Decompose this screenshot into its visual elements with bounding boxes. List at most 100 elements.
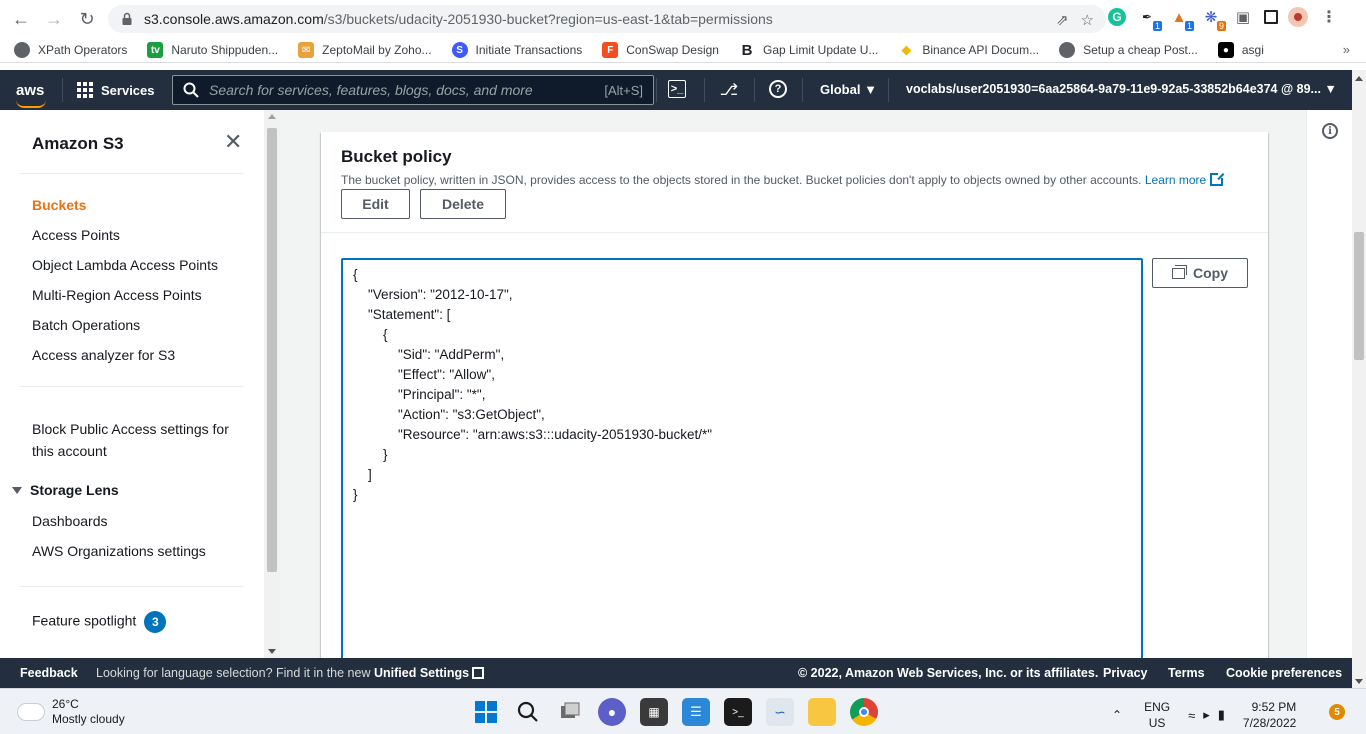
edit-button[interactable]: Edit — [341, 189, 410, 219]
volume-icon[interactable]: ▸ — [1203, 707, 1210, 723]
pen-extension-icon[interactable]: ✒ 1 — [1136, 6, 1162, 31]
battery-icon[interactable]: ▮ — [1218, 707, 1225, 723]
code-line: "Sid": "AddPerm", — [353, 347, 505, 362]
puzzle-icon[interactable]: ▣ — [1232, 6, 1254, 28]
profile-avatar[interactable] — [1288, 7, 1308, 27]
windows-start-icon[interactable] — [472, 698, 500, 726]
grid-icon — [77, 82, 93, 98]
help-icon[interactable]: ? — [769, 80, 787, 98]
code-line: "Version": "2012-10-17", — [353, 287, 513, 302]
panel-description: The bucket policy, written in JSON, prov… — [341, 172, 1225, 187]
bookmark-star-icon[interactable]: ☆ — [1081, 11, 1094, 29]
count-badge: 3 — [144, 611, 167, 633]
share-icon[interactable]: ⇗ — [1056, 11, 1069, 29]
bookmark-item[interactable]: ● asgi — [1217, 42, 1264, 58]
delete-button[interactable]: Delete — [420, 189, 506, 219]
learn-more-link[interactable]: Learn more — [1145, 172, 1225, 187]
bookmark-item[interactable]: B Gap Limit Update U... — [738, 42, 878, 59]
performance-monitor-icon[interactable]: ∽ — [766, 698, 794, 726]
code-line: "Effect": "Allow", — [353, 367, 495, 382]
code-line: ] — [353, 467, 372, 482]
bookmark-item[interactable]: XPath Operators — [14, 42, 127, 58]
side-panel-icon[interactable] — [1264, 10, 1278, 24]
store-icon[interactable]: ▦ — [640, 698, 668, 726]
copy-button[interactable]: Copy — [1152, 258, 1248, 288]
aws-logo[interactable]: aws — [0, 82, 62, 108]
medium-icon: ● — [1217, 42, 1234, 58]
page-scrollbar[interactable] — [1352, 70, 1366, 688]
language-indicator[interactable]: ENG US — [1144, 699, 1170, 731]
sidebar-item-aws-organizations-settings[interactable]: AWS Organizations settings — [32, 543, 206, 559]
sidebar-item-access-analyzer[interactable]: Access analyzer for S3 — [32, 347, 175, 363]
bookmarks-bar: XPath Operators tv Naruto Shippuden... ✉ Z… — [0, 38, 1366, 63]
forward-arrow-icon[interactable]: → — [39, 4, 69, 34]
menu-kebab-icon[interactable]: ⋮ — [1318, 6, 1340, 28]
privacy-link[interactable]: Privacy — [1103, 666, 1147, 680]
gear-extension-icon[interactable]: ❋ 9 — [1200, 6, 1226, 31]
close-icon[interactable]: ✕ — [224, 131, 242, 153]
bookmark-item[interactable]: F ConSwap Design — [602, 42, 719, 58]
sidebar-item-buckets[interactable]: Buckets — [32, 197, 86, 213]
feedback-link[interactable]: Feedback — [20, 666, 78, 680]
b-logo-icon: B — [738, 42, 755, 59]
bell-icon[interactable]: ⎇ — [719, 80, 739, 100]
sidebar-item-dashboards[interactable]: Dashboards — [32, 513, 108, 529]
teams-chat-icon[interactable]: ● — [598, 698, 626, 726]
tools-rail: i — [1306, 110, 1352, 658]
sidebar-item-access-points[interactable]: Access Points — [32, 227, 120, 243]
reload-icon[interactable]: ↻ — [72, 4, 102, 34]
code-line: { — [353, 267, 358, 282]
mail-icon: ✉ — [298, 42, 315, 58]
bookmarks-overflow-icon[interactable]: » — [1343, 42, 1350, 57]
info-icon[interactable]: i — [1322, 123, 1338, 139]
region-selector[interactable]: Global ▼ — [820, 82, 877, 97]
terms-link[interactable]: Terms — [1168, 666, 1205, 680]
panel-header: Bucket policy The bucket policy, written… — [321, 132, 1268, 233]
code-line: } — [353, 447, 388, 462]
bookmark-item[interactable]: Setup a cheap Post... — [1059, 42, 1198, 58]
clock[interactable]: 9:52 PM 7/28/2022 — [1243, 699, 1296, 731]
notification-badge[interactable]: 5 — [1329, 704, 1345, 720]
bookmark-item[interactable]: ✉ ZeptoMail by Zoho... — [298, 42, 432, 58]
policy-code-viewer[interactable]: { "Version": "2012-10-17", "Statement": … — [341, 258, 1143, 658]
task-view-icon[interactable] — [556, 698, 584, 726]
cookie-preferences-link[interactable]: Cookie preferences — [1226, 666, 1342, 680]
metamask-extension-icon[interactable]: ▲ 1 — [1168, 6, 1194, 31]
sidebar-item-object-lambda-access-points[interactable]: Object Lambda Access Points — [32, 257, 218, 273]
code-line: { — [353, 327, 388, 342]
terminal-icon[interactable]: >_ — [724, 698, 752, 726]
notepad-icon[interactable]: ☰ — [682, 698, 710, 726]
chrome-icon[interactable] — [850, 698, 878, 726]
sidebar-item-multi-region-access-points[interactable]: Multi-Region Access Points — [32, 287, 202, 303]
url-path: /s3/buckets/udacity-2051930-bucket?regio… — [323, 11, 773, 27]
sidebar-item-batch-operations[interactable]: Batch Operations — [32, 317, 140, 333]
sidebar-section-storage-lens[interactable]: Storage Lens — [12, 482, 119, 498]
file-explorer-icon[interactable] — [808, 698, 836, 726]
code-line: "Action": "s3:GetObject", — [353, 407, 545, 422]
grammarly-extension-icon[interactable]: G — [1108, 8, 1126, 26]
globe-icon — [14, 42, 30, 58]
weather-widget[interactable]: 26°C Mostly cloudy — [15, 697, 125, 727]
bookmark-item[interactable]: S Initiate Transactions — [451, 42, 582, 58]
windows-taskbar: 26°C Mostly cloudy ● ▦ ☰ >_ ∽ ⌃ ENG US ≈… — [0, 688, 1366, 734]
search-input[interactable]: Search for services, features, blogs, do… — [172, 75, 654, 105]
sidebar-scrollbar[interactable] — [264, 110, 280, 658]
cloudshell-icon[interactable]: >_ — [668, 80, 686, 98]
search-icon[interactable] — [514, 698, 542, 726]
account-menu[interactable]: voclabs/user2051930=6aa25864-9a79-11e9-9… — [906, 82, 1337, 96]
sidebar-item-feature-spotlight[interactable]: Feature spotlight 3 — [32, 611, 167, 633]
wifi-icon[interactable]: ≈ — [1188, 708, 1195, 723]
bookmark-item[interactable]: tv Naruto Shippuden... — [147, 42, 278, 58]
bookmark-item[interactable]: ◆ Binance API Docum... — [898, 42, 1039, 58]
services-menu-button[interactable]: Services — [62, 78, 171, 102]
tv-icon: tv — [147, 42, 164, 58]
chevron-up-icon[interactable]: ⌃ — [1112, 708, 1122, 722]
copyright: © 2022, Amazon Web Services, Inc. or its… — [798, 666, 1099, 680]
sidebar-item-block-public-access[interactable]: Block Public Access settings for this ac… — [32, 418, 229, 462]
language-prompt: Looking for language selection? Find it … — [96, 666, 485, 680]
unified-settings-link[interactable]: Unified Settings — [374, 666, 485, 680]
copy-icon — [1172, 264, 1187, 279]
search-icon — [183, 82, 199, 98]
address-bar[interactable]: s3.console.aws.amazon.com/s3/buckets/uda… — [108, 5, 1106, 33]
back-arrow-icon[interactable]: ← — [6, 4, 36, 34]
